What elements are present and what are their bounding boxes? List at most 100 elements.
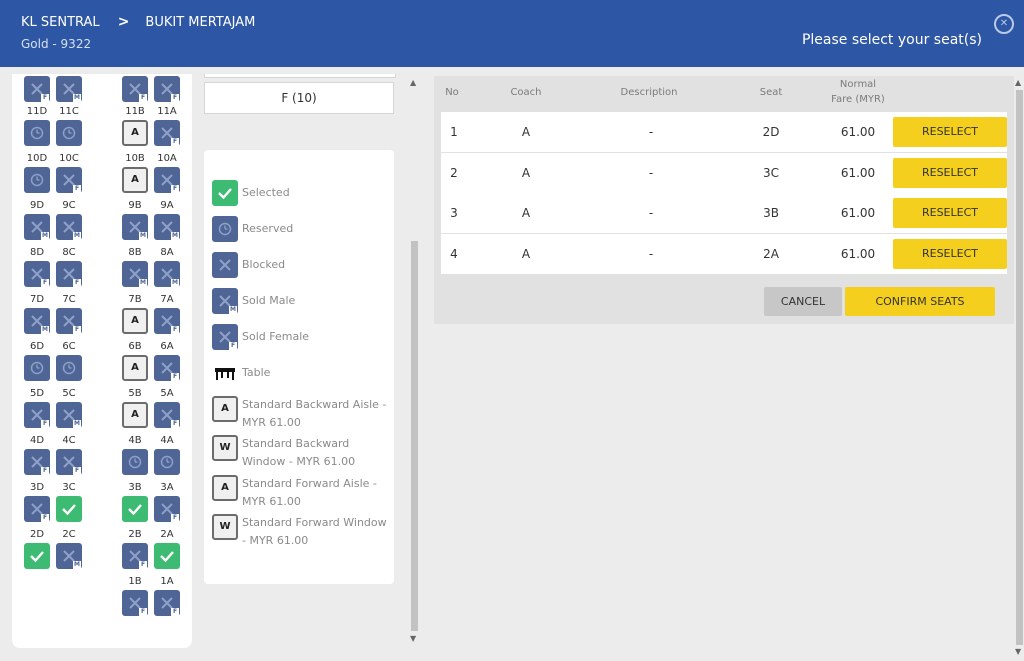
coach-selector[interactable]: F (10) [204,82,394,114]
sold-male-tag: M [73,232,81,240]
seat-6a: F [154,355,180,381]
legend-item: F Sold Female [212,324,392,350]
seat-11d [24,120,50,146]
sold-male-tag: M [139,232,147,240]
seat-partial: F [122,76,148,102]
sold-female-tag: F [41,94,49,102]
row-description: - [648,246,654,261]
sold-male-tag: M [171,232,179,240]
seat-label: 8B [128,247,142,258]
seat-5c: M [56,402,82,428]
seat-label: 8A [160,247,174,258]
row-fare: 61.00 [840,165,876,180]
row-fare: 61.00 [840,246,876,261]
scroll-up-icon[interactable]: ▲ [1015,78,1021,87]
reselect-button[interactable]: RESELECT [893,157,1007,188]
seat-label: 5A [160,388,174,399]
aisle-seat-icon: A [212,396,238,422]
seat-3b[interactable] [122,496,148,522]
origin-station: KL SENTRAL [21,14,100,30]
row-description: - [648,206,654,220]
legend-item: Reserved [212,216,392,242]
route: KL SENTRAL > BUKIT MERTAJAM [21,14,255,30]
window-seat-icon: W [212,435,238,461]
confirm-seats-button[interactable]: CONFIRM SEATS [845,287,995,316]
clock-icon [212,216,238,242]
seat-2d[interactable] [24,543,50,569]
sold-female-tag: F [171,94,179,102]
sold-female-tag: F [41,467,49,475]
legend-item: M Sold Male [212,288,392,314]
seat-label: 3B [128,482,142,493]
seat-6c [56,355,82,381]
seat-2a[interactable] [154,543,180,569]
seat-6b[interactable]: A [122,355,148,381]
seat-label: 3C [62,482,76,493]
cancel-button[interactable]: CANCEL [764,287,842,316]
reselect-button[interactable]: RESELECT [893,117,1007,147]
seat-9a: M [154,214,180,240]
seat-label: 9D [29,200,45,211]
seat-4c: F [56,449,82,475]
coach-option-above[interactable] [204,74,396,78]
scrollbar-thumb[interactable] [411,241,418,631]
train-info: Gold - 9322 [21,37,92,51]
gender-tag: M [229,306,237,314]
legend-label: Sold Female [242,330,310,343]
sold-female-tag: F [171,420,179,428]
seat-map: F M F F 11D 11C 11B A 11A F 10D 10C F 10B A 10A F 9D M 9C M 9… [12,74,192,648]
seat-label: 11D [26,106,48,117]
sold-female-icon: F [212,324,238,350]
seat-10c: F [56,167,82,193]
row-seat: 2A [763,246,779,261]
scroll-down-icon[interactable]: ▼ [410,634,416,643]
close-icon[interactable]: ✕ [994,14,1014,34]
legend-item: Table [212,360,392,386]
destination-station: BUKIT MERTAJAM [145,14,256,30]
legend-label: Standard Backward Window - MYR 61.00 [242,437,356,468]
seat-label: 2C [62,529,76,540]
seat-11b[interactable]: A [122,120,148,146]
seat-label: 4B [128,435,142,446]
seat-5d: F [24,402,50,428]
sold-female-tag: F [171,373,179,381]
chevron-right-icon: > [117,14,130,30]
seat-label: 10B [125,153,145,164]
seat-label: 11A [157,106,177,117]
seat-label: 8C [62,247,76,258]
reselect-button[interactable]: RESELECT [893,238,1007,269]
seat-label: 11C [59,106,79,117]
sold-male-tag: M [139,279,147,287]
seat-7b[interactable]: A [122,308,148,334]
table-row: 3 A - 3B 61.00 RESELECT [441,193,1007,233]
seat-2c: M [56,543,82,569]
scroll-up-icon[interactable]: ▲ [410,78,416,87]
row-coach: A [521,206,531,220]
sold-female-tag: F [73,185,81,193]
seat-8d: F [24,261,50,287]
seat-label: 4A [160,435,174,446]
left-scrollbar[interactable]: ▲ ▼ [409,76,419,646]
right-scrollbar[interactable]: ▲ ▼ [1014,76,1024,661]
reselect-button[interactable]: RESELECT [893,198,1007,228]
col-coach: Coach [510,87,542,98]
selection-panel: No Coach Description Seat Normal Fare (M… [434,76,1014,324]
seat-5b[interactable]: A [122,402,148,428]
legend-item: W Standard Backward Window - MYR 61.00 [212,435,392,471]
scrollbar-thumb[interactable] [1016,90,1023,645]
seat-9b: M [122,214,148,240]
seat-10a: F [154,167,180,193]
legend-label: Standard Forward Window - MYR 61.00 [242,516,387,547]
seat-label: 6A [160,341,174,352]
seat-8b: M [122,261,148,287]
seat-3c[interactable] [56,496,82,522]
row-no: 3 [450,206,458,220]
seat-4b [122,449,148,475]
col-description: Description [620,87,678,98]
scroll-down-icon[interactable]: ▼ [1015,647,1021,656]
seat-3d: F [24,496,50,522]
legend-label: Reserved [242,222,294,235]
seat-partial: F [154,76,180,102]
seat-10b[interactable]: A [122,167,148,193]
sold-female-tag: F [139,561,147,569]
